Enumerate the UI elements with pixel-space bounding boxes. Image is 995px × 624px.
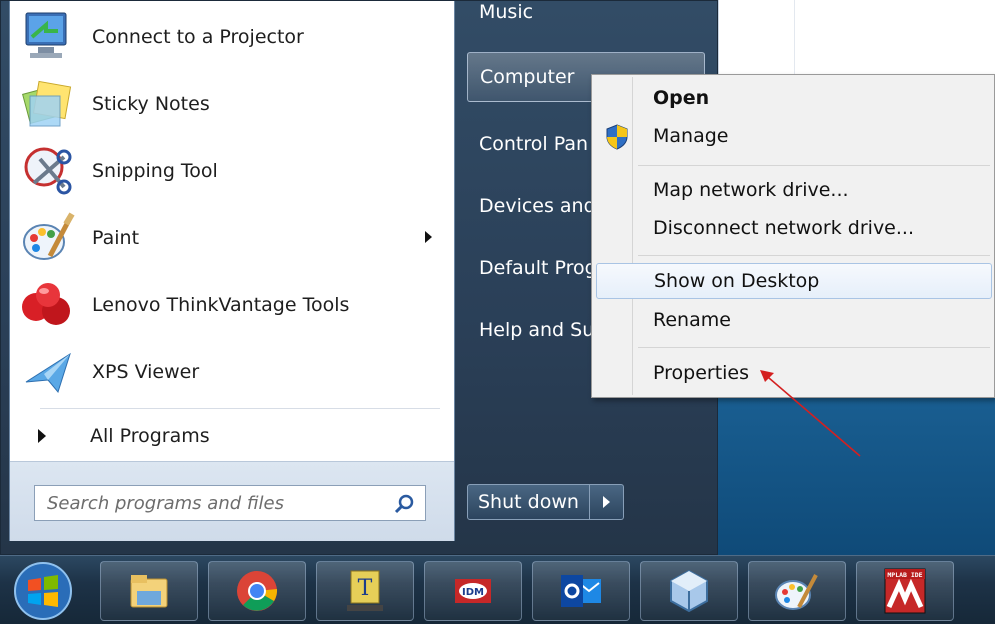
taskbar-explorer[interactable] <box>100 561 198 621</box>
chevron-right-icon <box>602 496 610 508</box>
all-programs-label: All Programs <box>90 425 210 447</box>
shutdown-button[interactable]: Shut down <box>467 484 590 520</box>
taskbar-virtualbox[interactable] <box>640 561 738 621</box>
menu-item-manage[interactable]: Manage <box>596 118 992 154</box>
right-item-label: Music <box>479 1 534 23</box>
right-item-label: Devices and <box>479 195 596 217</box>
search-box[interactable] <box>34 485 426 521</box>
menu-separator <box>638 347 990 348</box>
program-label: Connect to a Projector <box>92 26 304 48</box>
mplab-label: MPLAB IDE <box>887 571 922 579</box>
divider <box>40 408 440 409</box>
program-paint[interactable]: Paint <box>16 207 446 269</box>
svg-text:IDM: IDM <box>462 587 484 598</box>
menu-item-disconnect-network-drive[interactable]: Disconnect network drive... <box>596 210 992 246</box>
menu-separator <box>638 165 990 166</box>
outlook-icon <box>561 575 601 607</box>
submenu-arrow-icon[interactable] <box>425 231 432 243</box>
paint-icon <box>775 574 818 610</box>
typing-tutor-icon: T <box>347 570 383 611</box>
program-label: XPS Viewer <box>92 361 200 383</box>
right-item-music[interactable]: Music <box>467 0 705 37</box>
program-connect-to-projector[interactable]: Connect to a Projector <box>16 6 446 68</box>
program-sticky-notes[interactable]: Sticky Notes <box>16 73 446 135</box>
taskbar-typing-tutor[interactable]: T <box>316 561 414 621</box>
program-label: Lenovo ThinkVantage Tools <box>92 294 350 316</box>
menu-separator <box>638 255 990 256</box>
right-item-label: Default Prog <box>479 257 597 279</box>
menu-item-label: Properties <box>653 362 750 384</box>
search-input[interactable] <box>47 488 387 518</box>
menu-item-map-network-drive[interactable]: Map network drive... <box>596 172 992 208</box>
program-snipping-tool[interactable]: Snipping Tool <box>16 140 446 202</box>
menu-item-rename[interactable]: Rename <box>596 302 992 338</box>
program-label: Sticky Notes <box>92 93 210 115</box>
search-area <box>10 461 454 541</box>
computer-context-menu: Open Manage Map network drive... Disconn… <box>591 74 995 398</box>
taskbar-outlook[interactable] <box>532 561 630 621</box>
projector-icon <box>20 9 76 65</box>
program-label: Snipping Tool <box>92 160 218 182</box>
menu-item-label: Disconnect network drive... <box>653 217 914 239</box>
right-item-label: Help and Su <box>479 319 595 341</box>
paint-palette-icon <box>20 210 76 266</box>
all-programs-button[interactable]: All Programs <box>30 419 430 453</box>
menu-item-label: Open <box>653 87 710 109</box>
scissors-icon <box>20 143 76 199</box>
menu-item-label: Manage <box>653 125 729 147</box>
program-lenovo-thinkvantage[interactable]: Lenovo ThinkVantage Tools <box>16 274 446 336</box>
program-label: Paint <box>92 227 140 249</box>
thinkvantage-icon <box>20 277 76 333</box>
right-item-label: Computer <box>480 66 575 88</box>
chrome-icon <box>237 571 278 611</box>
expand-arrow-icon <box>38 429 46 443</box>
uac-shield-icon <box>606 124 628 150</box>
menu-item-label: Show on Desktop <box>654 270 820 292</box>
annotation-arrow-icon <box>760 370 861 457</box>
xps-viewer-icon <box>20 344 76 400</box>
menu-item-show-on-desktop[interactable]: Show on Desktop <box>596 263 992 299</box>
right-item-label: Control Pan <box>479 133 589 155</box>
taskbar-chrome[interactable] <box>208 561 306 621</box>
mplab-icon: MPLAB IDE <box>884 568 926 614</box>
virtualbox-icon <box>670 569 708 613</box>
idm-icon: IDM <box>455 579 491 603</box>
taskbar: T IDM MPLAB IDE <box>0 555 995 624</box>
search-icon[interactable] <box>393 493 415 515</box>
programs-pane: Connect to a Projector Sticky Notes Snip… <box>9 1 455 541</box>
explorer-icon <box>130 575 168 608</box>
menu-item-label: Map network drive... <box>653 179 849 201</box>
shutdown-options-button[interactable] <box>589 484 624 520</box>
taskbar-idm[interactable]: IDM <box>424 561 522 621</box>
start-orb-icon[interactable] <box>8 560 78 622</box>
sticky-notes-icon <box>20 76 76 132</box>
shutdown-group: Shut down <box>467 484 624 520</box>
taskbar-mplab[interactable]: MPLAB IDE <box>856 561 954 621</box>
program-xps-viewer[interactable]: XPS Viewer <box>16 341 446 403</box>
menu-item-open[interactable]: Open <box>596 80 992 116</box>
svg-text:T: T <box>358 576 373 601</box>
taskbar-paint[interactable] <box>748 561 846 621</box>
menu-item-label: Rename <box>653 309 731 331</box>
